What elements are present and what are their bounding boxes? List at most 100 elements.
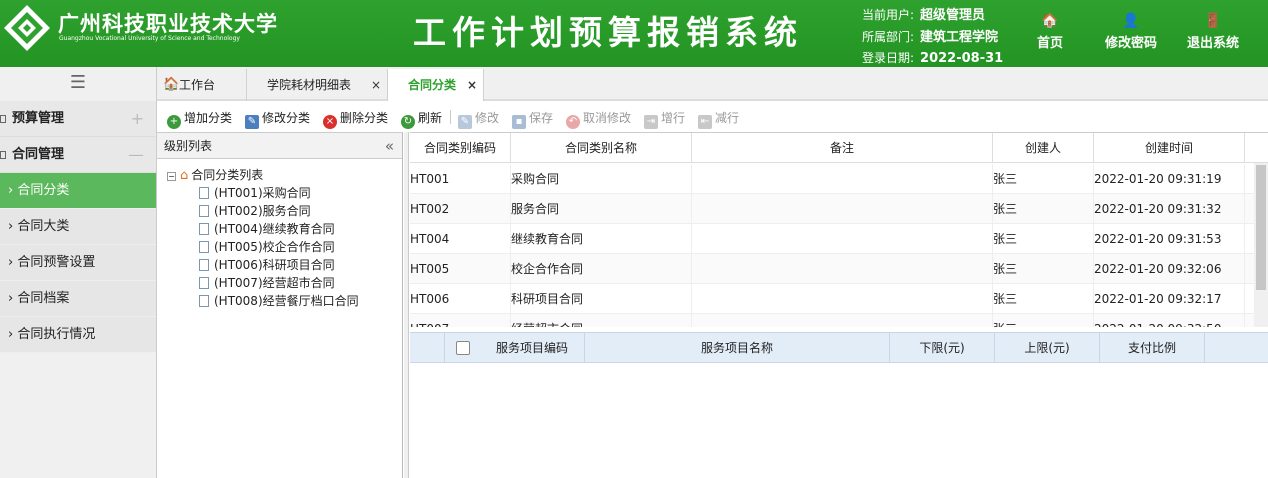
logout-button[interactable]: 🚪 退出系统: [1187, 12, 1239, 51]
table-cell-creator: 张三: [993, 254, 1094, 284]
table-row[interactable]: HT006 科研项目合同 张三 2022-01-20 09:32:17: [410, 284, 1255, 314]
column-header[interactable]: 支付比例: [1100, 333, 1205, 363]
panel-splitter[interactable]: [404, 132, 409, 478]
button-label: 修改分类: [262, 111, 311, 125]
table-row[interactable]: HT005 校企合作合同 张三 2022-01-20 09:32:06: [410, 254, 1255, 284]
home-button[interactable]: 🏠 首页: [1037, 12, 1063, 51]
save-button[interactable]: ▪ 保存: [512, 109, 553, 129]
tree-collapse-icon[interactable]: −: [167, 172, 176, 181]
column-header[interactable]: 创建时间: [1094, 133, 1245, 163]
close-icon[interactable]: ×: [467, 69, 477, 101]
table-cell-note: [692, 314, 993, 327]
edit-category-button[interactable]: ✎ 修改分类: [245, 109, 310, 129]
column-header[interactable]: 合同类别编码: [410, 133, 511, 163]
table-cell-time: 2022-01-20 09:32:50: [1094, 314, 1245, 327]
tree-node-label: (HT005)校企合作合同: [214, 240, 335, 254]
sidebar-item-contract-category[interactable]: › 合同分类: [0, 173, 156, 209]
login-date-value: 2022-08-31: [920, 51, 1004, 66]
sidebar-item-contract-archive[interactable]: › 合同档案: [0, 281, 156, 317]
table-row[interactable]: HT002 服务合同 张三 2022-01-20 09:31:32: [410, 194, 1255, 224]
vertical-scrollbar[interactable]: [1254, 163, 1268, 327]
column-header[interactable]: 合同类别名称: [511, 133, 692, 163]
table-cell-creator: 张三: [993, 194, 1094, 224]
file-icon: [199, 187, 209, 199]
menu-hamburger-icon[interactable]: ☰: [0, 67, 156, 101]
table-cell-name: 继续教育合同: [511, 224, 692, 254]
scrollbar-thumb[interactable]: [1256, 165, 1266, 290]
column-header[interactable]: 备注: [692, 133, 993, 163]
tree-node[interactable]: (HT005)校企合作合同: [199, 238, 335, 255]
column-header[interactable]: 下限(元): [890, 333, 995, 363]
sidebar: ☰ 预算管理 + 合同管理 — › 合同分类 › 合同大类 › 合同预警设置 ›…: [0, 67, 157, 478]
column-header[interactable]: 服务项目编码: [480, 333, 585, 363]
menu-group-label: 预算管理: [12, 111, 65, 126]
sidebar-item-contract-type[interactable]: › 合同大类: [0, 209, 156, 245]
tree-node[interactable]: (HT007)经营超市合同: [199, 274, 335, 291]
expand-icon[interactable]: +: [131, 101, 144, 137]
table-cell-code: HT002: [410, 194, 511, 224]
close-icon[interactable]: ×: [371, 69, 381, 101]
table-cell-code: HT007: [410, 314, 511, 327]
undo-icon: ↶: [566, 115, 580, 129]
tree-node[interactable]: (HT006)科研项目合同: [199, 256, 335, 273]
folder-icon: [0, 115, 6, 123]
table-cell-note: [692, 224, 993, 254]
logout-label: 退出系统: [1187, 36, 1240, 51]
column-header[interactable]: 上限(元): [995, 333, 1100, 363]
edit-icon: ✎: [245, 115, 259, 129]
change-password-label: 修改密码: [1105, 36, 1158, 51]
column-header[interactable]: 创建人: [993, 133, 1094, 163]
tree-node-label: (HT004)继续教育合同: [214, 222, 335, 236]
column-header[interactable]: 服务项目名称: [585, 333, 890, 363]
add-row-button[interactable]: ⇥ 增行: [644, 109, 685, 129]
refresh-icon: ↻: [401, 115, 415, 129]
tree-root-label: 合同分类列表: [191, 168, 264, 182]
department-label: 所属部门:: [862, 30, 915, 44]
sidebar-item-contract-warning[interactable]: › 合同预警设置: [0, 245, 156, 281]
menu-group-budget[interactable]: 预算管理 +: [0, 101, 156, 137]
table-cell-time: 2022-01-20 09:32:06: [1094, 254, 1245, 284]
toolbar: + 增加分类 ✎ 修改分类 × 删除分类 ↻ 刷新 ✎ 修改 ▪ 保存 ↶ 取消修改 ⇥ 增行 …: [157, 103, 1268, 131]
collapse-icon[interactable]: —: [128, 137, 144, 173]
button-label: 增加分类: [184, 111, 233, 125]
refresh-button[interactable]: ↻ 刷新: [401, 109, 442, 129]
tab-label: 学院耗材明细表: [267, 78, 352, 92]
home-icon: 🏠: [1041, 13, 1059, 29]
table-row[interactable]: HT004 继续教育合同 张三 2022-01-20 09:31:53: [410, 224, 1255, 254]
table-cell-creator: 张三: [993, 224, 1094, 254]
system-title: 工作计划预算报销系统: [413, 13, 803, 52]
login-date-row: 登录日期: 2022-08-31: [862, 49, 1003, 66]
table-row[interactable]: HT001 采购合同 张三 2022-01-20 09:31:19: [410, 164, 1255, 194]
tab-contract-category[interactable]: 合同分类 ×: [388, 69, 484, 101]
select-all-checkbox[interactable]: [456, 341, 470, 355]
table-cell-note: [692, 164, 993, 194]
button-label: 减行: [715, 111, 740, 125]
tree-root-node[interactable]: − ⌂ 合同分类列表: [167, 166, 263, 183]
tree-node-label: (HT007)经营超市合同: [214, 276, 335, 290]
table-row[interactable]: HT007经营超市合同 张三2022-01-20 09:32:50: [410, 314, 1255, 327]
button-label: 刷新: [418, 111, 443, 125]
tree-node[interactable]: (HT008)经营餐厅档口合同: [199, 292, 359, 309]
grid-header: 合同类别编码 合同类别名称 备注 创建人 创建时间: [410, 133, 1268, 163]
delete-row-button[interactable]: ⇤ 减行: [698, 109, 739, 129]
tab-workbench[interactable]: 🏠 工作台: [159, 69, 247, 101]
delete-category-button[interactable]: × 删除分类: [323, 109, 388, 129]
cancel-edit-button[interactable]: ↶ 取消修改: [566, 109, 631, 129]
menu-group-contract[interactable]: 合同管理 —: [0, 137, 156, 173]
tree-node[interactable]: (HT002)服务合同: [199, 202, 311, 219]
sidebar-item-contract-execution[interactable]: › 合同执行情况: [0, 317, 156, 353]
modify-button[interactable]: ✎ 修改: [458, 109, 499, 129]
login-date-label: 登录日期:: [862, 51, 915, 65]
school-logo-icon: [4, 5, 50, 51]
table-cell-time: 2022-01-20 09:32:17: [1094, 284, 1245, 314]
change-password-button[interactable]: 👤 修改密码: [1105, 12, 1157, 51]
collapse-panel-icon[interactable]: «: [385, 133, 394, 159]
add-category-button[interactable]: + 增加分类: [167, 109, 232, 129]
tree-node-label: (HT008)经营餐厅档口合同: [214, 294, 359, 308]
tab-consumables[interactable]: 学院耗材明细表 ×: [247, 69, 388, 101]
file-icon: [199, 259, 209, 271]
file-icon: [199, 223, 209, 235]
tree-node[interactable]: (HT004)继续教育合同: [199, 220, 335, 237]
tree-node[interactable]: (HT001)采购合同: [199, 184, 311, 201]
table-cell-code: HT006: [410, 284, 511, 314]
